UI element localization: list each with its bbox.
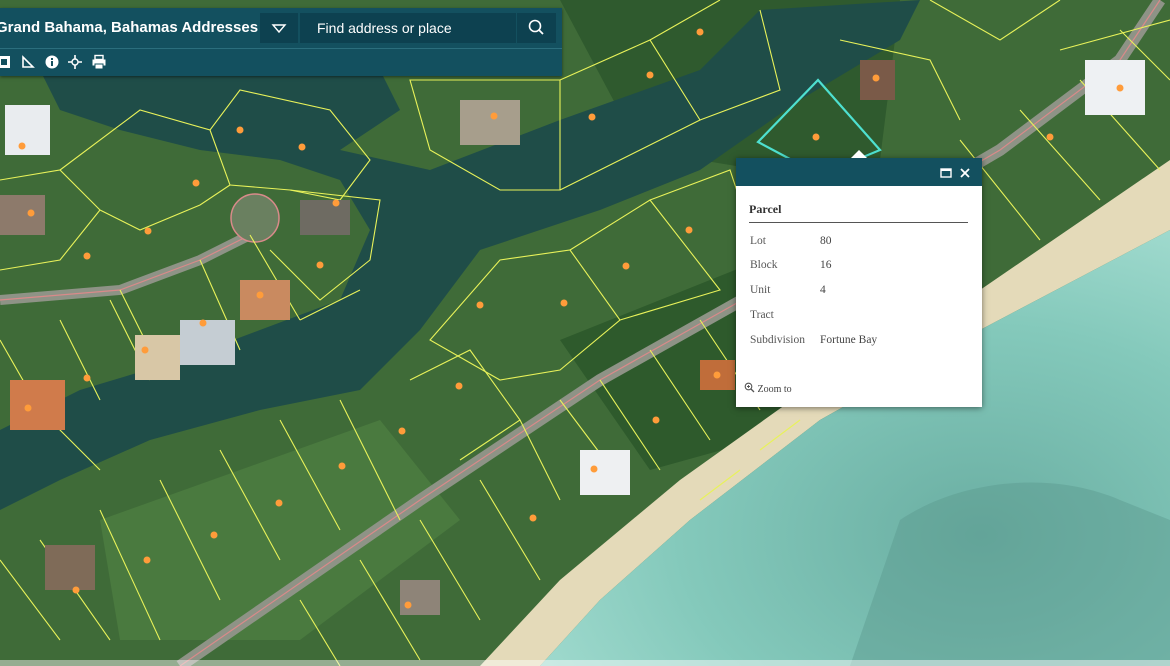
layers-icon xyxy=(0,56,10,68)
search-input[interactable] xyxy=(300,13,516,43)
info-icon xyxy=(45,55,59,69)
attr-value-lot: 80 xyxy=(820,235,832,247)
maximize-icon xyxy=(940,168,952,178)
attr-value-block: 16 xyxy=(820,259,832,271)
search-button[interactable] xyxy=(517,13,556,43)
popup-title: Parcel xyxy=(749,202,782,216)
attr-label-lot: Lot xyxy=(750,235,766,247)
popup-titlebar xyxy=(736,158,982,186)
chevron-down-icon xyxy=(271,24,287,34)
attr-label-subdivision: Subdivision xyxy=(750,334,805,346)
parcel-popup: Parcel Lot 80 Block 16 Unit 4 Tract Subd… xyxy=(736,150,982,407)
print-icon xyxy=(92,54,106,70)
zoom-in-icon xyxy=(744,382,755,393)
search-icon xyxy=(528,19,544,35)
attr-value-unit: 4 xyxy=(820,284,826,296)
map-view[interactable] xyxy=(0,0,1170,666)
title-row: Grand Bahama, Bahamas Addresses xyxy=(0,8,562,49)
attr-value-subdivision: Fortune Bay xyxy=(820,334,878,346)
cul-de-sac xyxy=(230,193,280,243)
toolbar xyxy=(0,50,562,74)
close-icon xyxy=(960,168,970,178)
measure-button[interactable] xyxy=(20,54,36,70)
print-button[interactable] xyxy=(91,54,107,70)
zoom-to-link[interactable]: Zoom to xyxy=(744,382,792,395)
layers-button[interactable] xyxy=(0,54,12,70)
attr-label-unit: Unit xyxy=(750,284,771,296)
app-header: Grand Bahama, Bahamas Addresses xyxy=(0,8,562,76)
app-title: Grand Bahama, Bahamas Addresses xyxy=(0,19,259,36)
attr-label-block: Block xyxy=(750,259,778,271)
search-source-dropdown[interactable] xyxy=(260,13,298,43)
popup-close-button[interactable] xyxy=(958,166,972,180)
popup-maximize-button[interactable] xyxy=(939,166,953,180)
attribution-bar xyxy=(0,660,1170,666)
locate-icon xyxy=(68,55,82,69)
popup-pointer xyxy=(851,150,867,158)
zoom-to-label: Zoom to xyxy=(757,384,792,395)
attr-label-tract: Tract xyxy=(750,309,774,321)
info-button[interactable] xyxy=(44,54,60,70)
measure-icon xyxy=(22,55,35,68)
popup-divider xyxy=(749,222,968,223)
locate-button[interactable] xyxy=(67,54,83,70)
